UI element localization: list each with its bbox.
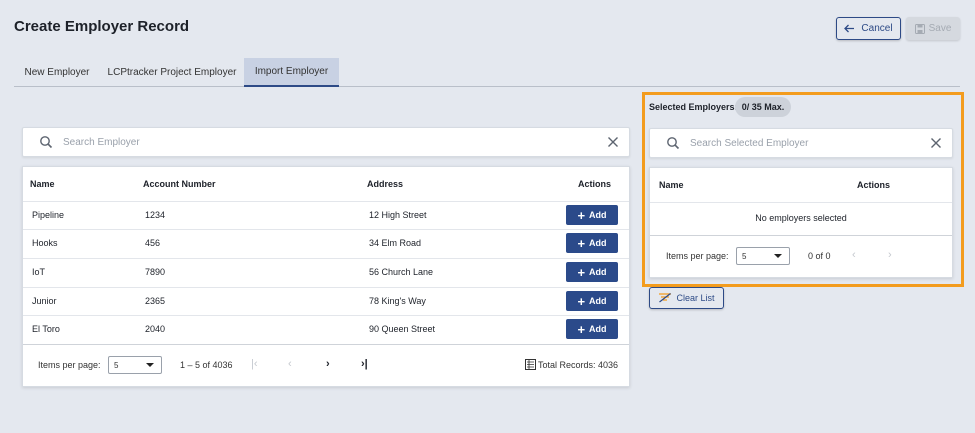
- tab-lcptracker-project-employer[interactable]: LCPtracker Project Employer: [102, 58, 242, 86]
- column-header-actions: Actions: [857, 180, 891, 190]
- cancel-button[interactable]: Cancel: [836, 17, 901, 40]
- cell-account: 7890: [145, 267, 166, 277]
- caret-down-icon: [774, 254, 782, 258]
- column-header-name: Name: [30, 179, 55, 189]
- selected-employer-search-input[interactable]: Search Selected Employer: [649, 128, 953, 158]
- cell-address: 56 Church Lane: [369, 267, 434, 277]
- cell-address: 78 King's Way: [369, 296, 426, 306]
- items-per-page-value: 5: [114, 360, 119, 370]
- employer-table: Name Account Number Address Actions Pipe…: [22, 166, 630, 387]
- clear-list-button[interactable]: Clear List: [649, 287, 724, 309]
- row-divider: [650, 202, 952, 203]
- page-range: 0 of 0: [808, 251, 831, 261]
- add-button[interactable]: + Add: [566, 262, 618, 282]
- clear-list-label: Clear List: [676, 293, 715, 303]
- first-page-icon[interactable]: |‹: [251, 358, 258, 370]
- items-per-page-label: Items per page:: [666, 251, 729, 261]
- add-label: Add: [589, 267, 607, 277]
- add-button[interactable]: + Add: [566, 205, 618, 225]
- selected-employers-table: Name Actions No employers selected Items…: [649, 167, 953, 278]
- plus-icon: +: [577, 207, 586, 223]
- plus-icon: +: [577, 321, 586, 337]
- tab-import-employer[interactable]: Import Employer: [244, 58, 339, 87]
- cell-account: 2040: [145, 324, 166, 334]
- cell-name: Hooks: [32, 238, 58, 248]
- tab-bar: New Employer LCPtracker Project Employer…: [14, 58, 960, 87]
- page-title: Create Employer Record: [14, 18, 190, 35]
- close-icon[interactable]: [607, 136, 619, 148]
- max-count-badge: 0/ 35 Max.: [735, 97, 791, 117]
- selected-search-placeholder: Search Selected Employer: [690, 137, 809, 149]
- cell-name: Junior: [32, 296, 57, 306]
- column-header-address: Address: [367, 179, 404, 189]
- add-label: Add: [589, 238, 607, 248]
- cell-account: 456: [145, 238, 161, 248]
- clear-filter-icon: [659, 293, 672, 303]
- plus-icon: +: [577, 264, 586, 280]
- add-button[interactable]: + Add: [566, 291, 618, 311]
- previous-page-icon[interactable]: ‹: [852, 249, 856, 261]
- close-icon[interactable]: [930, 137, 942, 149]
- add-label: Add: [589, 296, 607, 306]
- cell-name: Pipeline: [32, 210, 65, 220]
- column-header-actions: Actions: [578, 179, 612, 189]
- cell-account: 2365: [145, 296, 166, 306]
- cell-address: 34 Elm Road: [369, 238, 422, 248]
- records-list-icon: [525, 359, 536, 370]
- selected-employers-label: Selected Employers:: [649, 102, 738, 112]
- add-label: Add: [589, 210, 607, 220]
- search-icon: [667, 137, 680, 150]
- add-label: Add: [589, 324, 607, 334]
- cell-name: El Toro: [32, 324, 60, 334]
- plus-icon: +: [577, 235, 586, 251]
- cell-name: IoT: [32, 267, 46, 277]
- row-divider: [23, 315, 629, 316]
- row-divider: [23, 201, 629, 202]
- previous-page-icon[interactable]: ‹: [288, 358, 292, 370]
- employer-search-placeholder: Search Employer: [63, 136, 140, 148]
- cell-address: 12 High Street: [369, 210, 427, 220]
- cell-address: 90 Queen Street: [369, 324, 436, 334]
- column-header-account-number: Account Number: [143, 179, 216, 189]
- row-divider: [23, 344, 629, 345]
- next-page-icon[interactable]: ›: [888, 249, 892, 261]
- add-button[interactable]: + Add: [566, 319, 618, 339]
- floppy-disk-icon: [914, 23, 925, 34]
- save-button[interactable]: Save: [906, 17, 960, 40]
- items-per-page-value: 5: [742, 251, 747, 261]
- column-header-name: Name: [659, 180, 684, 190]
- total-records: Total Records: 4036: [538, 360, 619, 370]
- empty-message: No employers selected: [755, 213, 847, 223]
- caret-down-icon: [146, 363, 154, 367]
- cell-account: 1234: [145, 210, 166, 220]
- row-divider: [23, 287, 629, 288]
- tab-new-employer[interactable]: New Employer: [14, 58, 100, 86]
- plus-icon: +: [577, 293, 586, 309]
- save-label: Save: [928, 23, 952, 34]
- items-per-page-select[interactable]: 5: [108, 356, 162, 374]
- row-divider: [23, 229, 629, 230]
- row-divider: [23, 258, 629, 259]
- row-divider: [650, 235, 952, 236]
- employer-search-input[interactable]: Search Employer: [22, 127, 630, 157]
- page-range: 1 – 5 of 4036: [180, 360, 233, 370]
- next-page-icon[interactable]: ›: [326, 358, 330, 370]
- cancel-label: Cancel: [861, 23, 893, 34]
- last-page-icon[interactable]: ›|: [361, 358, 368, 370]
- add-button[interactable]: + Add: [566, 233, 618, 253]
- search-icon: [40, 136, 53, 149]
- items-per-page-label: Items per page:: [38, 360, 101, 370]
- arrow-left-icon: [844, 24, 855, 33]
- items-per-page-select[interactable]: 5: [736, 247, 790, 265]
